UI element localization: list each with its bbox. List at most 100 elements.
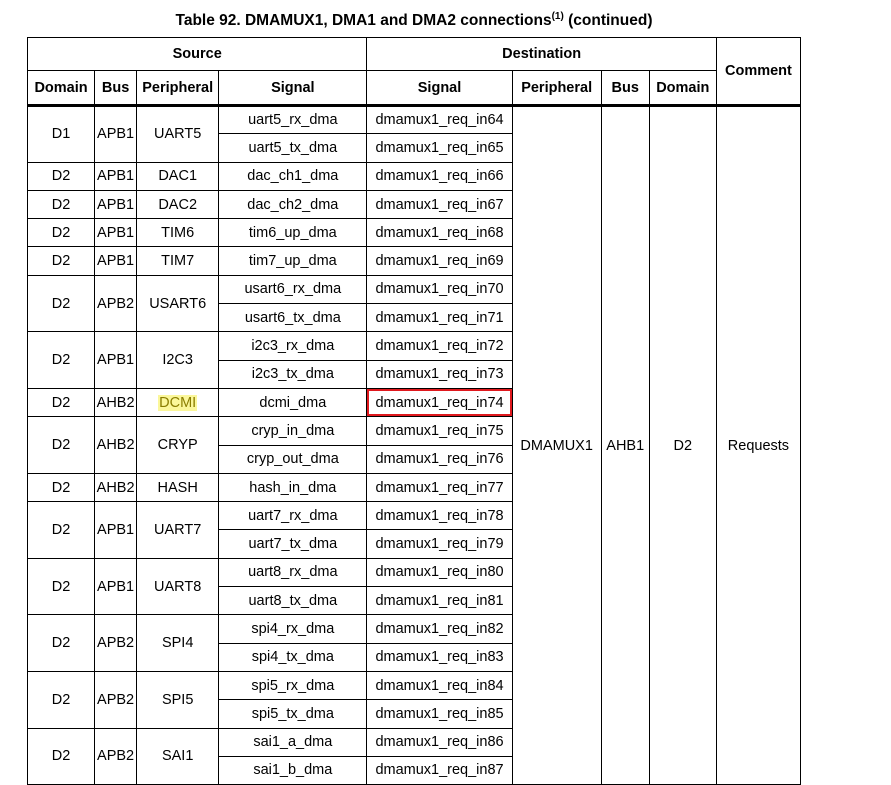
destination-header: Destination	[366, 37, 717, 71]
dest-signal-cell: dmamux1_req_in78	[366, 501, 513, 531]
source-bus-cell: APB2	[94, 670, 138, 729]
source-peripheral-cell: UART8	[136, 557, 220, 616]
source-signal-cell: sai1_b_dma	[218, 755, 368, 785]
source-domain-cell: D2	[26, 189, 96, 220]
dest-signal-cell: dmamux1_req_in67	[366, 189, 513, 220]
dest-peripheral-header: Peripheral	[511, 70, 602, 107]
peripheral-label: UART7	[154, 521, 202, 538]
peripheral-label: HASH	[157, 479, 198, 496]
dest-bus-header: Bus	[600, 70, 650, 107]
source-domain-cell: D2	[26, 416, 96, 474]
source-peripheral-cell: UART7	[136, 501, 220, 559]
source-signal-cell: dac_ch2_dma	[218, 189, 368, 220]
dest-signal-cell: dmamux1_req_in84	[366, 670, 513, 701]
source-peripheral-cell: UART5	[136, 105, 220, 163]
source-signal-cell: dcmi_dma	[218, 387, 368, 418]
source-domain-cell: D2	[26, 274, 96, 333]
dest-signal-cell: dmamux1_req_in81	[366, 586, 513, 616]
peripheral-label: USART6	[149, 295, 207, 312]
dest-signal-cell: dmamux1_req_in76	[366, 444, 513, 474]
dest-signal-cell: dmamux1_req_in80	[366, 557, 513, 588]
source-domain-cell: D2	[26, 501, 96, 559]
dest-signal-cell: dmamux1_req_in85	[366, 699, 513, 729]
source-signal-cell: spi4_rx_dma	[218, 614, 368, 644]
source-header: Source	[26, 37, 368, 71]
source-bus-cell: APB1	[94, 161, 138, 191]
dest-signal-header: Signal	[366, 70, 513, 107]
peripheral-label: UART5	[154, 126, 202, 143]
dest-signal-cell: dmamux1_req_in66	[366, 161, 513, 191]
source-peripheral-cell: DAC1	[136, 161, 220, 191]
footnote-ref: (1)	[551, 11, 564, 22]
source-signal-cell: dac_ch1_dma	[218, 161, 368, 191]
dest-signal-cell: dmamux1_req_in75	[366, 416, 513, 446]
source-signal-cell: spi4_tx_dma	[218, 642, 368, 672]
source-peripheral-cell: TIM7	[136, 246, 220, 276]
source-signal-cell: i2c3_rx_dma	[218, 331, 368, 361]
dest-signal-cell: dmamux1_req_in69	[366, 246, 513, 276]
continued-label: (continued)	[568, 12, 653, 29]
source-domain-cell: D2	[26, 614, 96, 672]
dest-signal-cell: dmamux1_req_in65	[366, 133, 513, 163]
peripheral-label: SAI1	[161, 748, 194, 765]
comment-header: Comment	[715, 37, 802, 107]
table-title: Table 92. DMAMUX1, DMA1 and DMA2 connect…	[175, 12, 552, 29]
source-bus-cell: APB1	[94, 501, 138, 559]
peripheral-label: TIM7	[161, 253, 195, 270]
source-peripheral-cell: DAC2	[136, 189, 220, 220]
source-domain-cell: D2	[26, 557, 96, 616]
source-signal-cell: uart7_rx_dma	[218, 501, 368, 531]
peripheral-label: SPI5	[161, 691, 194, 708]
peripheral-label: TIM6	[161, 224, 195, 241]
source-bus-cell: APB1	[94, 218, 138, 248]
source-peripheral-cell: USART6	[136, 274, 220, 333]
source-domain-cell: D2	[26, 161, 96, 191]
source-signal-cell: usart6_tx_dma	[218, 303, 368, 333]
comment-cell: Requests	[715, 104, 802, 785]
source-domain-cell: D2	[26, 472, 96, 503]
source-bus-cell: APB1	[94, 246, 138, 276]
source-signal-header: Signal	[218, 70, 368, 107]
source-bus-cell: AHB2	[94, 416, 138, 474]
peripheral-label: UART8	[154, 578, 202, 595]
dest-domain-cell: D2	[648, 104, 717, 785]
source-peripheral-cell: CRYP	[136, 416, 220, 474]
dest-domain-header: Domain	[648, 70, 717, 107]
source-bus-cell: APB1	[94, 105, 138, 163]
dest-bus-cell: AHB1	[600, 104, 650, 785]
source-bus-cell: APB1	[94, 189, 138, 220]
source-signal-cell: spi5_tx_dma	[218, 699, 368, 729]
dest-signal-cell: dmamux1_req_in87	[366, 755, 513, 785]
source-domain-cell: D2	[26, 727, 96, 785]
table-body: D1 APB1 UART5 uart5_rx_dma dmamux1_req_in64 D…	[26, 104, 802, 785]
source-bus-header: Bus	[94, 70, 138, 107]
dest-signal-cell: dmamux1_req_in79	[366, 529, 513, 559]
source-signal-cell: tim7_up_dma	[218, 246, 368, 276]
source-signal-cell: tim6_up_dma	[218, 218, 368, 248]
source-signal-cell: uart8_tx_dma	[218, 586, 368, 616]
source-peripheral-cell: SPI5	[136, 670, 220, 729]
dest-signal-cell: dmamux1_req_in68	[366, 218, 513, 248]
source-signal-cell: cryp_in_dma	[218, 416, 368, 446]
source-bus-cell: APB2	[94, 274, 138, 333]
source-peripheral-cell: SPI4	[136, 614, 220, 672]
source-bus-cell: APB2	[94, 727, 138, 785]
source-signal-cell: uart5_rx_dma	[218, 104, 368, 135]
source-domain-cell: D2	[26, 331, 96, 389]
source-signal-cell: sai1_a_dma	[218, 727, 368, 757]
dest-signal-cell: dmamux1_req_in82	[366, 614, 513, 644]
dest-peripheral-cell: DMAMUX1	[511, 104, 602, 785]
source-signal-cell: usart6_rx_dma	[218, 274, 368, 305]
table-caption: Table 92. DMAMUX1, DMA1 and DMA2 connect…	[0, 11, 828, 30]
source-domain-cell: D1	[26, 105, 96, 163]
dest-signal-cell: dmamux1_req_in77	[366, 472, 513, 503]
table-row: D1 APB1 UART5 uart5_rx_dma dmamux1_req_in64 D…	[26, 104, 802, 785]
peripheral-label: DAC1	[158, 168, 198, 185]
source-bus-cell: APB2	[94, 614, 138, 672]
source-peripheral-cell: TIM6	[136, 218, 220, 248]
source-signal-cell: i2c3_tx_dma	[218, 359, 368, 389]
source-bus-cell: AHB2	[94, 472, 138, 503]
peripheral-label: SPI4	[161, 635, 194, 652]
source-signal-cell: cryp_out_dma	[218, 444, 368, 474]
dest-signal-cell: dmamux1_req_in64	[366, 104, 513, 135]
